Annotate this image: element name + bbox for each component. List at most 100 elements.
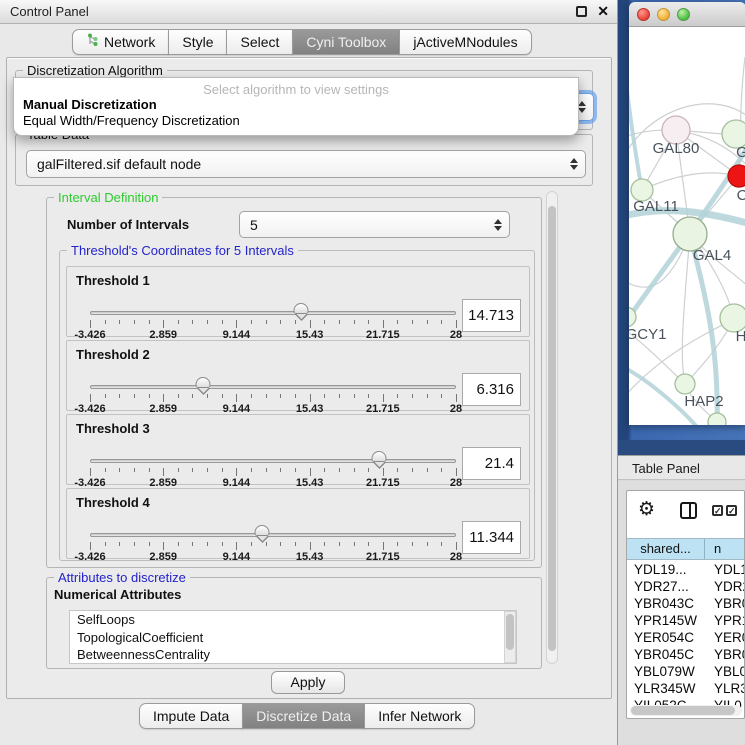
slider-tick [427,320,428,324]
panel-vertical-scrollbar[interactable] [546,191,558,664]
slider-tick [310,542,311,550]
attributes-group: Attributes to discretize Numerical Attri… [46,577,542,669]
slider-scale-label: 15.43 [296,551,324,563]
group-title: Discretization Algorithm [23,63,167,78]
apply-button[interactable]: Apply [271,671,345,694]
minimize-traffic-light-icon[interactable] [657,8,670,21]
window-title: Control Panel [10,4,89,19]
number-of-intervals-combobox[interactable]: 5 [239,211,510,238]
threshold-value-field[interactable] [462,299,521,332]
slider-tick [427,394,428,398]
tab-label: Network [104,30,155,54]
table-horizontal-scrollbar[interactable] [630,705,742,716]
threshold-value-field[interactable] [462,373,521,406]
slider-tick [90,468,91,476]
cell-shared-name: YBR045C [627,646,705,663]
network-node-label: C [737,187,745,204]
slider-track[interactable] [90,385,456,389]
network-canvas[interactable]: GAL80GCGAL11GAL4GCY1HHAP2 [629,27,745,425]
scrollbar-thumb[interactable] [506,614,514,650]
slider-tick [339,542,340,546]
tab-cyni-toolbox[interactable]: Cyni Toolbox [292,29,400,55]
tab-jactivemnodules[interactable]: jActiveMNodules [399,29,531,55]
slider-tick [441,320,442,324]
slider-tick [134,542,135,546]
threshold-label: Threshold 2 [76,347,150,362]
tab-infer-network[interactable]: Infer Network [364,703,475,729]
tab-select[interactable]: Select [226,29,293,55]
network-node-unlabeled[interactable] [708,413,726,425]
slider-tick [412,542,413,546]
table-row[interactable]: YLR345WYLR3 [627,680,745,697]
slider-thumb[interactable] [294,303,309,314]
table-row[interactable]: YBR043CYBR0 [627,595,745,612]
close-icon[interactable]: ✕ [597,3,609,20]
numerical-attributes-list[interactable]: SelfLoopsTopologicalCoefficientBetweenne… [69,610,517,664]
dropdown-hint: Select algorithm to view settings [14,82,578,97]
slider-tick [456,394,457,402]
table-panel: ⚙ ✓ ✓ shared... n YDL19...YDL1YDR27...YD… [618,481,745,745]
column-header-shared-name[interactable]: shared... [627,539,705,559]
table-panel-title: Table Panel [632,461,700,476]
table-data-combobox[interactable]: galFiltered.sif default node [26,150,586,178]
close-traffic-light-icon[interactable] [637,8,650,21]
attribute-item[interactable]: TopologicalCoefficient [70,629,516,647]
network-node-gal4[interactable] [673,217,707,251]
table-row[interactable]: YDR27...YDR2 [627,578,745,595]
slider-tick [412,394,413,398]
column-header-name[interactable]: n [705,539,745,559]
cell-name: YER0 [705,629,745,646]
scrollbar-thumb[interactable] [548,206,556,651]
slider-tick [280,394,281,398]
checkbox-icon[interactable]: ✓ [726,505,737,516]
tab-label: Discretize Data [256,704,351,728]
column-layout-icon[interactable] [680,502,697,519]
cell-name: YBR0 [705,595,745,612]
threshold-value-field[interactable] [462,447,521,480]
slider-thumb[interactable] [255,525,270,536]
slider-tick [280,468,281,472]
network-node-hap2[interactable] [675,374,695,394]
table-row[interactable]: YBL079WYBL0 [627,663,745,680]
gear-icon[interactable]: ⚙ [638,498,655,520]
table-row[interactable]: YBR045CYBR0 [627,646,745,663]
table-panel-titlebar: Table Panel [618,455,745,480]
slider-tick [207,468,208,472]
threshold-value-field[interactable] [462,521,521,554]
slider-tick [251,394,252,398]
slider-tick [324,542,325,546]
tab-network[interactable]: Network [72,29,169,55]
slider-tick [295,542,296,546]
tab-style[interactable]: Style [168,29,227,55]
slider-track[interactable] [90,311,456,315]
table-row[interactable]: YER054CYER0 [627,629,745,646]
slider-track[interactable] [90,459,456,463]
slider-tick [236,468,237,476]
bottom-tab-bar: Impute Data Discretize Data Infer Network [139,703,475,729]
number-of-intervals-label: Number of Intervals [67,217,189,232]
slider-thumb[interactable] [372,451,387,462]
table-row[interactable]: YPR145WYPR1 [627,612,745,629]
slider-track[interactable] [90,533,456,537]
attributes-list-scrollbar[interactable] [504,611,516,663]
tab-discretize-data[interactable]: Discretize Data [242,703,365,729]
tab-impute-data[interactable]: Impute Data [139,703,243,729]
float-window-icon[interactable] [576,6,587,17]
attribute-item[interactable]: BetweennessCentrality [70,646,516,664]
slider-tick [397,320,398,324]
combo-stepper-icon [578,101,586,113]
slider-tick [207,320,208,324]
table-data-selected-value: galFiltered.sif default node [37,156,201,172]
checkbox-icon[interactable]: ✓ [712,505,723,516]
zoom-traffic-light-icon[interactable] [677,8,690,21]
table-row[interactable]: YDL19...YDL1 [627,561,745,578]
algorithm-option-equal-width-frequency-discretization[interactable]: Equal Width/Frequency Discretization [14,113,578,129]
slider-tick [280,320,281,324]
scrollbar-thumb[interactable] [631,706,735,715]
network-node-c[interactable] [728,165,745,187]
slider-tick [354,394,355,398]
algorithm-option-manual-discretization[interactable]: Manual Discretization [14,97,578,113]
attribute-item[interactable]: SelfLoops [70,611,516,629]
slider-tick [295,394,296,398]
slider-thumb[interactable] [196,377,211,388]
